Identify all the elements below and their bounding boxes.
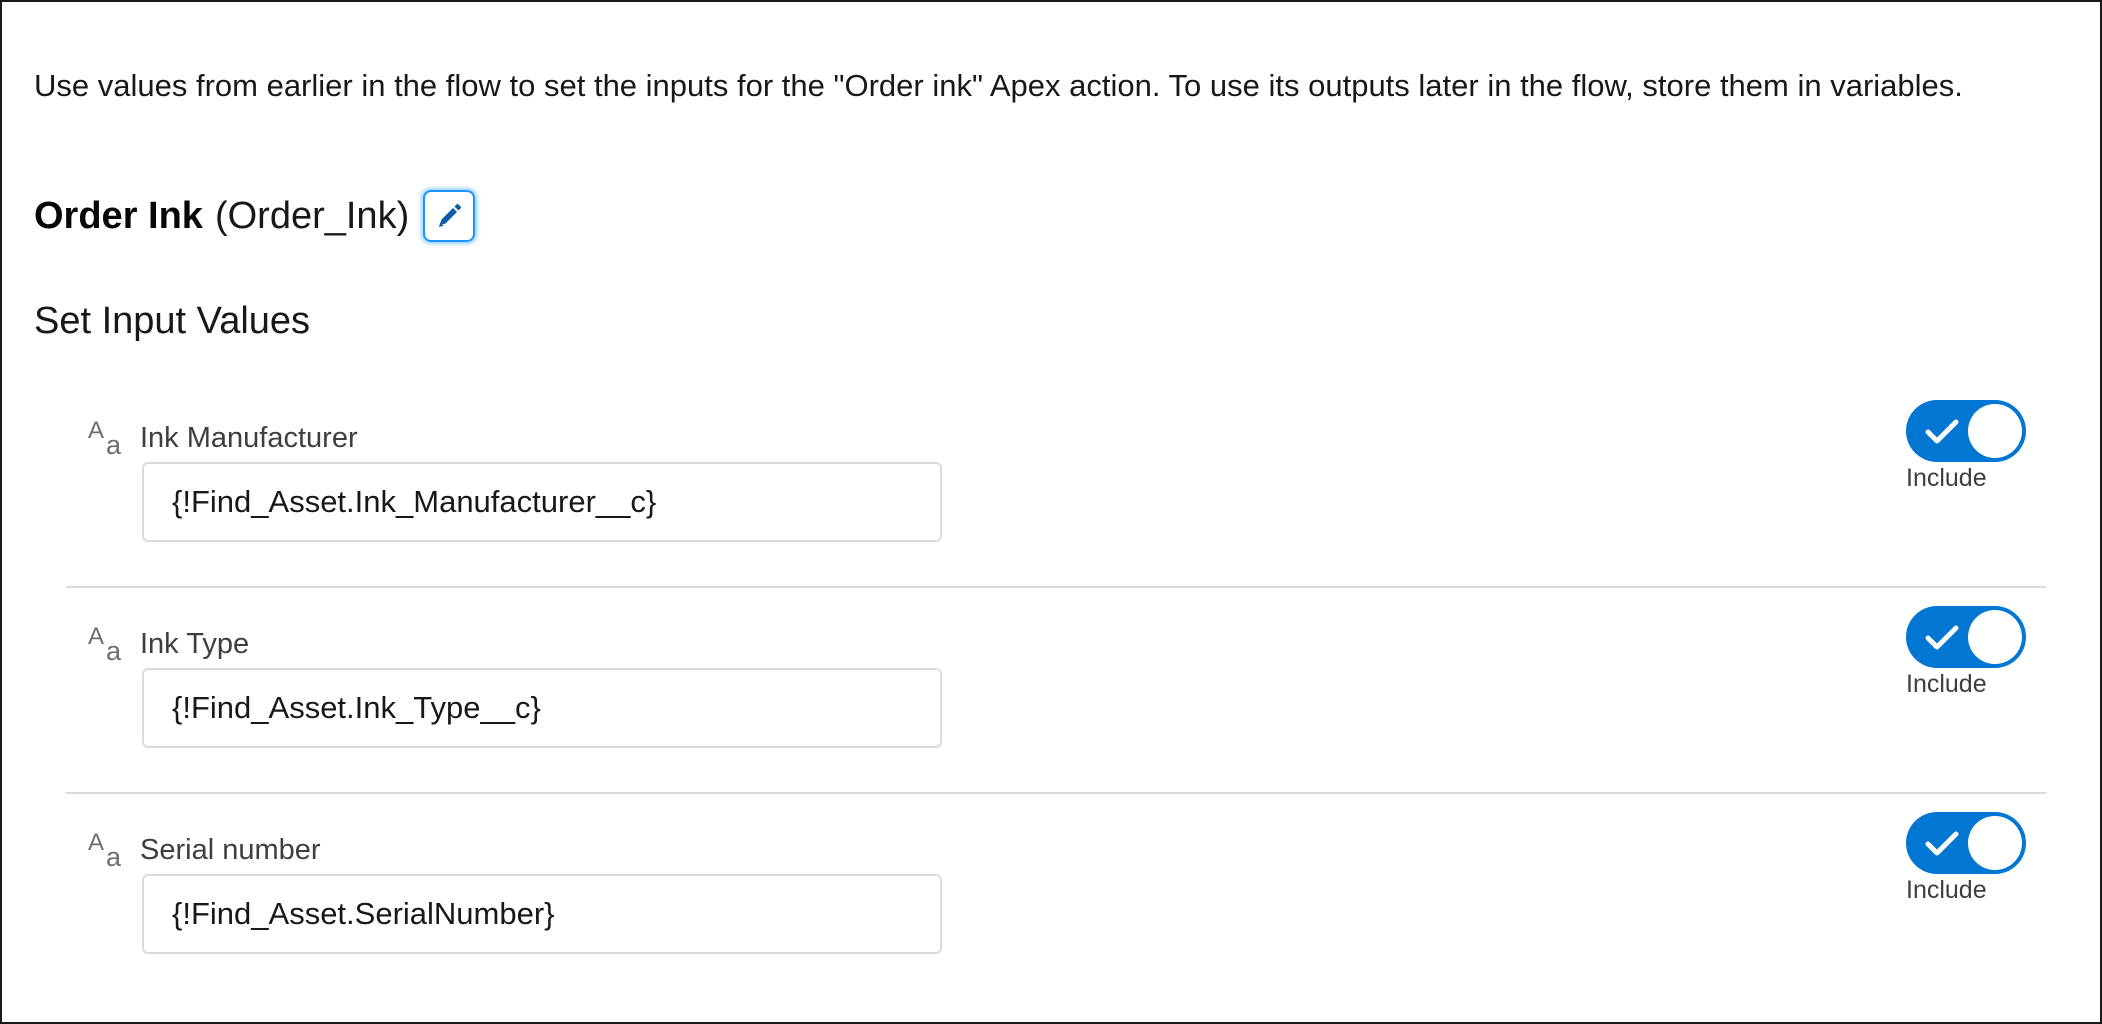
include-toggle[interactable] [1906,812,2026,874]
field-label: Ink Type [140,628,250,660]
type-glyph-lower: a [106,636,122,664]
check-icon [1925,625,1959,650]
row-divider [66,586,2046,588]
action-editor-panel: Use values from earlier in the flow to s… [0,0,2102,1024]
text-type-icon: A a [88,418,122,458]
check-icon [1925,831,1959,856]
include-label: Include [1906,670,1987,698]
ink-type-input[interactable] [142,668,942,748]
include-label: Include [1906,464,1987,492]
action-description: Use values from earlier in the flow to s… [34,68,1963,103]
ink-manufacturer-input[interactable] [142,462,942,542]
text-type-icon: A a [88,830,122,870]
type-glyph-lower: a [106,430,122,458]
edit-action-button[interactable] [423,190,476,242]
serial-number-input[interactable] [142,874,942,954]
type-glyph-upper: A [88,830,104,856]
section-title: Set Input Values [34,300,311,342]
check-icon [1925,419,1959,444]
toggle-knob [1968,610,2022,664]
field-label: Serial number [140,834,321,866]
input-row-ink-manufacturer: A a Ink Manufacturer Include [66,400,2046,584]
include-toggle[interactable] [1906,606,2026,668]
input-row-ink-type: A a Ink Type Include [66,606,2046,790]
include-toggle[interactable] [1906,400,2026,462]
type-glyph-upper: A [88,624,104,650]
pencil-icon [439,204,462,227]
field-label: Ink Manufacturer [140,422,358,454]
toggle-knob [1968,404,2022,458]
type-glyph-upper: A [88,418,104,444]
action-label: Order Ink [34,194,203,237]
row-divider [66,792,2046,794]
type-glyph-lower: a [106,842,122,870]
action-api-name: (Order_Ink) [214,194,410,237]
include-label: Include [1906,876,1987,904]
action-header: Order Ink (Order_Ink) [34,186,476,246]
input-row-serial-number: A a Serial number Include [66,812,2046,996]
toggle-knob [1968,816,2022,870]
text-type-icon: A a [88,624,122,664]
